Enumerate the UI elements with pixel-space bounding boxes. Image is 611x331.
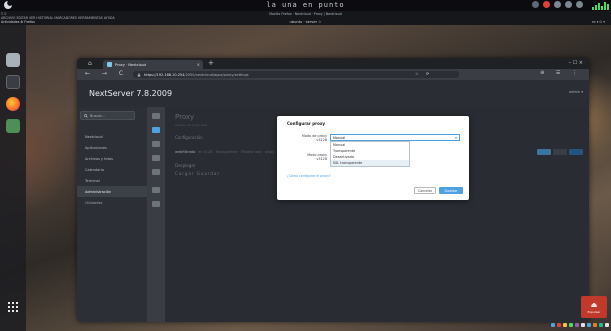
chevron-down-icon: ▾ <box>454 135 457 140</box>
nextcloud-header: NextServer 7.8.2009 admin ▾ <box>77 80 589 107</box>
task-icon[interactable] <box>599 323 603 327</box>
system-tray <box>532 1 583 8</box>
nextcloud-favicon-icon <box>107 62 112 67</box>
record-icon[interactable] <box>543 1 550 8</box>
audio-level-icon <box>592 2 609 10</box>
task-icon[interactable] <box>563 323 567 327</box>
bluetooth-icon[interactable] <box>565 1 572 8</box>
option-ssl-transparente[interactable]: SSL transparente <box>331 160 409 166</box>
task-icon[interactable] <box>575 323 579 327</box>
dock <box>0 25 26 331</box>
close-tab-icon[interactable]: × <box>197 62 200 67</box>
proxy-mode-options: Manual Transparente Desactivado SSL tran… <box>330 141 410 167</box>
selected-value: Manual <box>333 135 346 140</box>
clock[interactable]: la una en punto <box>0 1 611 9</box>
search-icon <box>84 113 88 118</box>
firefox-app-icon[interactable] <box>6 97 20 111</box>
eject-drive-button[interactable]: ⏏ Expulsar <box>581 296 607 318</box>
settings-icon[interactable] <box>554 1 561 8</box>
task-icon[interactable] <box>605 323 609 327</box>
sidebar-menu: Nextcloud Aplicaciones Archivos y fotos … <box>77 131 147 208</box>
sidebar-item-nextcloud[interactable]: Nextcloud <box>77 131 147 142</box>
nav-buttons[interactable]: ← → C <box>85 70 128 77</box>
new-tab-button[interactable]: + <box>208 59 214 67</box>
menu-bar: ⠿ 0 ARCHIVO EDITAR VER HISTORIAL MARCADO… <box>0 11 611 25</box>
proxy-icon[interactable] <box>152 127 160 133</box>
url-path: /2050/nextcloud/apps/proxy/settings <box>184 72 249 77</box>
brand-title[interactable]: NextServer 7.8.2009 <box>89 89 172 98</box>
save-button[interactable]: Guardar <box>439 187 463 194</box>
icon-rail <box>147 107 165 322</box>
task-icon[interactable] <box>557 323 561 327</box>
nav-bar: ← → C https://192.168.10.254/2050/nextcl… <box>77 69 589 80</box>
window-title: Mozilla Firefox · Nextcloud · Proxy | Ne… <box>269 12 342 16</box>
home-icon[interactable]: ⌂ <box>88 60 92 67</box>
host-label: ubuntu · server ☆ <box>289 20 322 24</box>
eject-icon: ⏏ <box>590 300 598 309</box>
show-apps-icon[interactable] <box>8 302 18 312</box>
sidebar-item-utilidades[interactable]: Utilidades <box>77 197 147 208</box>
task-icon[interactable] <box>587 323 591 327</box>
search-placeholder: Buscar... <box>90 113 105 118</box>
more-icon[interactable] <box>152 201 160 207</box>
sidebar-item-administracion[interactable]: Administración <box>77 186 147 197</box>
power-icon[interactable] <box>576 1 583 8</box>
clock-icon[interactable] <box>152 169 160 175</box>
taskbar-strip <box>551 323 609 327</box>
status-menu[interactable]: es ▾ ⏻ ▾ <box>592 20 605 24</box>
sidebar: Buscar... Nextcloud Aplicaciones Archivo… <box>77 107 147 322</box>
dialog-title: Configurar proxy <box>287 121 326 126</box>
toolbar-icons[interactable]: ⊕ ☰ ⋮ <box>540 70 582 76</box>
search-input[interactable]: Buscar... <box>80 111 135 120</box>
bookmark-reload-icons[interactable]: ☆ ⟳ <box>415 71 432 76</box>
filter-icon[interactable] <box>152 155 160 161</box>
window-controls[interactable]: – ☐ × <box>569 60 583 66</box>
settings-app-icon[interactable] <box>6 119 20 133</box>
tab-proxy[interactable]: Proxy · Nextcloud × <box>103 60 203 69</box>
cancel-button[interactable]: Cancelar <box>414 187 436 194</box>
list-icon[interactable] <box>152 187 160 193</box>
url-bar[interactable]: https://192.168.10.254/2050/nextcloud/ap… <box>133 71 459 78</box>
user-menu[interactable]: admin ▾ <box>569 90 583 94</box>
mode-label-secondary: Modo proxy v3128 <box>307 153 327 162</box>
tools-icon[interactable] <box>152 141 160 147</box>
task-icon[interactable] <box>581 323 585 327</box>
proxy-mode-select[interactable]: Manual ▾ <box>330 134 460 141</box>
mode-label: Modo de proxy v3128 <box>301 134 327 143</box>
tab-title: Proxy · Nextcloud <box>115 62 147 67</box>
sidebar-item-calendario[interactable]: Calendario <box>77 164 147 175</box>
task-icon[interactable] <box>569 323 573 327</box>
help-link[interactable]: ¿Cómo configurar el proxy? <box>287 174 331 178</box>
sidebar-item-terminal[interactable]: Terminal <box>77 175 147 186</box>
top-bar: la una en punto <box>0 0 611 11</box>
files-app-icon[interactable] <box>6 53 20 67</box>
lock-icon <box>137 72 141 77</box>
dashboard-icon[interactable] <box>152 113 160 119</box>
sidebar-item-aplicaciones[interactable]: Aplicaciones <box>77 142 147 153</box>
url-host: https://192.168.10.254 <box>144 72 185 77</box>
task-icon[interactable] <box>593 323 597 327</box>
task-icon[interactable] <box>551 323 555 327</box>
eject-caption: Expulsar <box>587 309 601 314</box>
network-icon[interactable] <box>532 1 539 8</box>
terminal-app-icon[interactable] <box>6 75 20 89</box>
configure-proxy-dialog: Configurar proxy Modo de proxy v3128 Modo… <box>277 116 469 200</box>
tab-bar: ⌂ Proxy · Nextcloud × + – ☐ × <box>77 58 589 69</box>
sidebar-item-archivos[interactable]: Archivos y fotos <box>77 153 147 164</box>
